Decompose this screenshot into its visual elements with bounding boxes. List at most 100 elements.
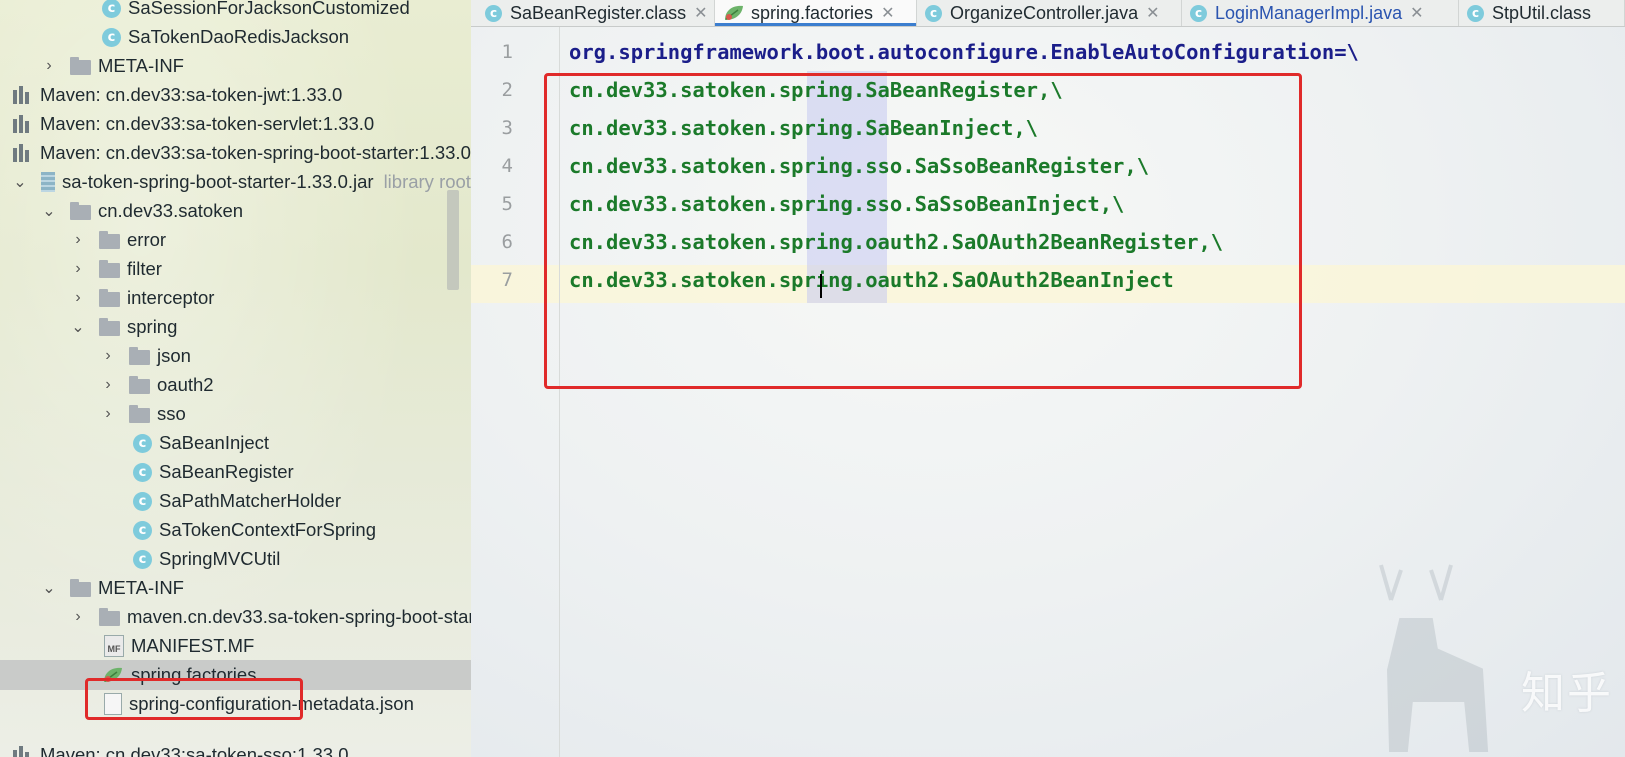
tree-item[interactable]: › error (0, 225, 471, 255)
tree-item[interactable]: c SaPathMatcherHolder (0, 486, 471, 516)
tab-sabeanregister[interactable]: c SaBeanRegister.class ✕ (471, 0, 715, 26)
tree-item-label: SaPathMatcherHolder (159, 490, 342, 511)
class-icon: c (133, 549, 152, 569)
tree-item-label: SaBeanRegister (159, 461, 294, 482)
project-tree: c SaSessionForJacksonCustomized c SaToke… (0, 0, 471, 757)
tree-item[interactable]: › json (0, 341, 471, 371)
tree-item-label: Maven: cn.dev33:sa-token-servlet:1.33.0 (40, 113, 375, 134)
watermark-text: 知乎 @这个名字真不好起 (1521, 668, 1625, 719)
chevron-right-icon[interactable]: › (101, 405, 115, 423)
tree-item[interactable]: MF MANIFEST.MF (0, 631, 471, 661)
jar-icon (41, 172, 55, 192)
maven-library-icon (13, 746, 33, 757)
class-icon: c (133, 520, 152, 540)
package-icon (129, 404, 150, 423)
tree-item[interactable]: ⌄ spring (0, 312, 471, 342)
tree-item-label: SaSessionForJacksonCustomized (128, 0, 410, 18)
tab-label: spring.factories (751, 2, 874, 23)
chevron-right-icon[interactable]: › (71, 608, 85, 626)
tree-item[interactable]: c SaTokenContextForSpring (0, 515, 471, 545)
package-icon (129, 375, 150, 394)
tree-item-suffix: library root (383, 171, 471, 192)
line-number: 6 (501, 231, 513, 253)
chevron-right-icon[interactable]: › (101, 376, 115, 394)
tree-item-label: spring (127, 316, 178, 337)
tab-loginmanagerimpl[interactable]: c LoginManagerImpl.java ✕ (1182, 0, 1459, 26)
line-number: 7 (501, 269, 513, 291)
tree-item[interactable]: ⌄ META-INF (0, 573, 471, 603)
tree-item[interactable]: Maven: cn.dev33:sa-token-sso:1.33.0 (0, 740, 471, 757)
line-number: 4 (501, 155, 513, 177)
package-icon (99, 259, 120, 278)
tree-item-label: cn.dev33.satoken (98, 200, 244, 221)
tree-item[interactable]: Maven: cn.dev33:sa-token-jwt:1.33.0 (0, 80, 471, 110)
chevron-down-icon[interactable]: ⌄ (71, 317, 85, 337)
line-number: 3 (501, 117, 513, 139)
tree-item[interactable]: › oauth2 (0, 370, 471, 400)
tree-item[interactable]: › filter (0, 254, 471, 284)
tree-item-label: sso (157, 403, 186, 424)
tab-label: SaBeanRegister.class (510, 2, 687, 23)
chevron-right-icon[interactable]: › (71, 231, 85, 249)
tree-item-label: filter (127, 258, 162, 279)
chevron-right-icon[interactable]: › (101, 347, 115, 365)
tree-item-label: META-INF (98, 55, 184, 76)
chevron-right-icon[interactable]: › (71, 289, 85, 307)
class-icon: c (133, 433, 152, 453)
class-icon: c (925, 4, 942, 22)
tree-item-label: error (127, 229, 167, 250)
chevron-right-icon[interactable]: › (71, 260, 85, 278)
chevron-down-icon[interactable]: ⌄ (13, 172, 27, 192)
tree-item-label: interceptor (127, 287, 215, 308)
tree-item-label: SaTokenContextForSpring (159, 519, 376, 540)
tree-item[interactable]: c SaBeanRegister (0, 457, 471, 487)
tree-item[interactable]: › sso (0, 399, 471, 429)
class-icon: c (102, 0, 121, 18)
tree-item[interactable]: › maven.cn.dev33.sa-token-spring-boot-st… (0, 602, 471, 632)
maven-library-icon (13, 86, 33, 104)
tree-item-label: SaBeanInject (159, 432, 270, 453)
folder-icon (70, 56, 91, 75)
chevron-down-icon[interactable]: ⌄ (42, 578, 56, 598)
maven-library-icon (13, 115, 33, 133)
close-icon[interactable]: ✕ (1410, 3, 1423, 23)
tree-item[interactable]: c SpringMVCUtil (0, 544, 471, 574)
package-icon (99, 317, 120, 336)
tab-stputil[interactable]: c StpUtil.class (1459, 0, 1625, 26)
deer-watermark-image (1379, 564, 1489, 752)
tree-item[interactable]: Maven: cn.dev33:sa-token-servlet:1.33.0 (0, 109, 471, 139)
tree-item[interactable]: c SaBeanInject (0, 428, 471, 458)
close-icon[interactable]: ✕ (694, 3, 707, 23)
package-icon (70, 201, 91, 220)
tree-item-label: oauth2 (157, 374, 214, 395)
tab-organizecontroller[interactable]: c OrganizeController.java ✕ (917, 0, 1182, 26)
class-icon: c (133, 462, 152, 482)
class-icon: c (1467, 4, 1484, 22)
tree-item[interactable]: › META-INF (0, 51, 471, 81)
tree-item[interactable]: ⌄ cn.dev33.satoken (0, 196, 471, 226)
package-icon (129, 346, 150, 365)
class-icon: c (133, 491, 152, 511)
tree-item[interactable]: c SaSessionForJacksonCustomized (0, 0, 471, 23)
tree-item[interactable]: ⌄ sa-token-spring-boot-starter-1.33.0.ja… (0, 167, 471, 197)
maven-library-icon (13, 144, 33, 162)
tab-label: OrganizeController.java (950, 2, 1139, 23)
chevron-right-icon[interactable]: › (42, 57, 56, 75)
tree-item-label: SpringMVCUtil (159, 548, 281, 569)
chevron-down-icon[interactable]: ⌄ (42, 201, 56, 221)
close-icon[interactable]: ✕ (1146, 3, 1159, 23)
class-icon: c (485, 4, 502, 22)
close-icon[interactable]: ✕ (881, 3, 894, 23)
tree-item-label: Maven: cn.dev33:sa-token-spring-boot-sta… (40, 142, 471, 163)
tree-item[interactable]: Maven: cn.dev33:sa-token-spring-boot-sta… (0, 138, 471, 168)
package-icon (99, 230, 120, 249)
tab-label: LoginManagerImpl.java (1215, 2, 1403, 23)
tree-item-label: META-INF (98, 577, 184, 598)
class-icon: c (1190, 4, 1207, 22)
tab-spring-factories[interactable]: spring.factories ✕ (715, 0, 917, 26)
code-line[interactable]: org.springframework.boot.autoconfigure.E… (569, 33, 1359, 71)
tree-item[interactable]: c SaTokenDaoRedisJackson (0, 22, 471, 52)
tree-item-label: Maven: cn.dev33:sa-token-sso:1.33.0 (40, 744, 349, 757)
tree-item[interactable]: › interceptor (0, 283, 471, 313)
tree-item-label: MANIFEST.MF (131, 635, 255, 656)
